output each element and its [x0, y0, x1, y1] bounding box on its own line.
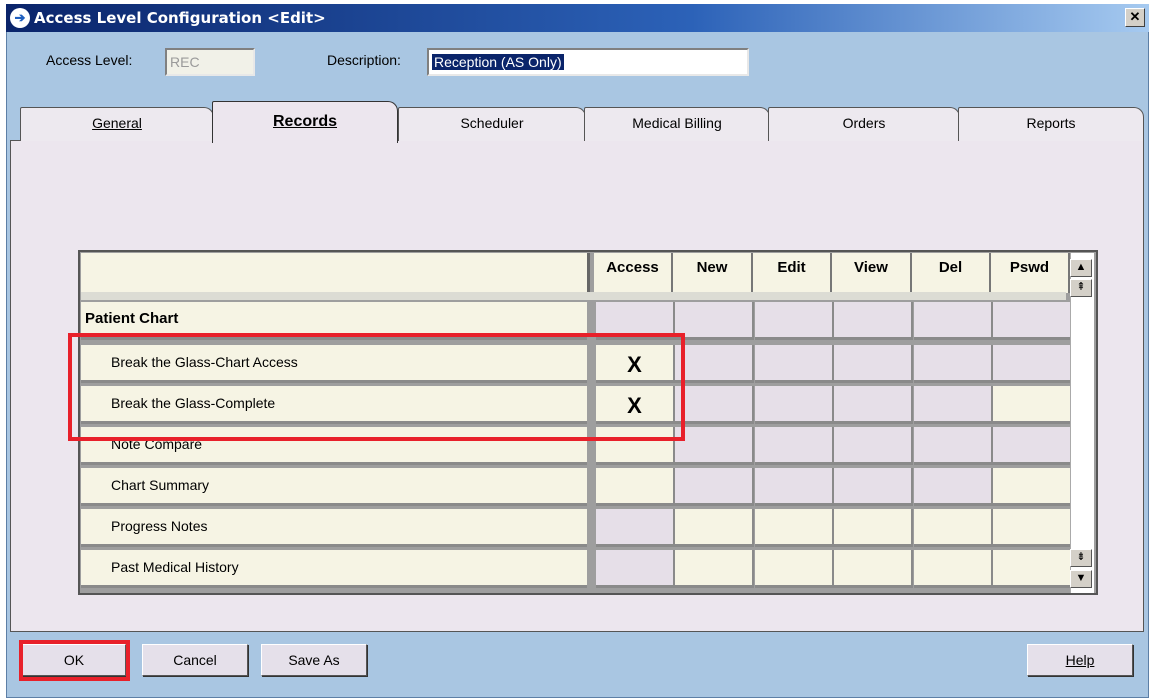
permission-cell-del[interactable]	[914, 509, 993, 547]
close-icon[interactable]: ✕	[1125, 8, 1145, 27]
tab-medical-billing-label: Medical Billing	[632, 115, 722, 131]
permission-cell-pswd[interactable]	[993, 468, 1072, 506]
save-as-button[interactable]: Save As	[261, 644, 367, 676]
permission-cell-pswd[interactable]	[993, 345, 1072, 383]
permission-cell-new[interactable]	[675, 427, 754, 465]
highlight-box-ok	[19, 640, 130, 681]
column-header-view[interactable]: View	[832, 253, 912, 293]
column-header-pswd[interactable]: Pswd	[991, 253, 1070, 293]
permission-cell-access[interactable]	[596, 468, 675, 506]
permission-cell-view[interactable]	[834, 427, 913, 465]
permission-cell-edit[interactable]	[755, 427, 834, 465]
permission-cell-view[interactable]	[834, 345, 913, 383]
permission-cell-view[interactable]	[834, 302, 913, 340]
permission-cell-edit[interactable]	[755, 345, 834, 383]
grid-corner-header	[81, 253, 590, 293]
permission-cell-access[interactable]	[596, 509, 675, 547]
tab-medical-billing[interactable]: Medical Billing	[584, 107, 770, 141]
permission-cell-new[interactable]	[675, 509, 754, 547]
column-header-edit[interactable]: Edit	[753, 253, 832, 293]
tab-records[interactable]: Records	[212, 101, 398, 143]
highlight-box-break-the-glass	[68, 333, 685, 441]
description-label: Description:	[327, 52, 401, 68]
scroll-page-up-icon[interactable]: ⇞	[1070, 279, 1092, 297]
column-header-new[interactable]: New	[673, 253, 753, 293]
permission-cell-view[interactable]	[834, 509, 913, 547]
window-title: Access Level Configuration <Edit>	[34, 9, 326, 27]
permission-cell-del[interactable]	[914, 550, 993, 588]
tab-records-label: Records	[272, 113, 338, 130]
grid-row-label[interactable]: Progress Notes	[81, 509, 587, 547]
cancel-button[interactable]: Cancel	[142, 644, 248, 676]
permission-cell-view[interactable]	[834, 550, 913, 588]
permission-cell-access[interactable]	[596, 550, 675, 588]
permission-cell-pswd[interactable]	[993, 386, 1072, 424]
permission-cell-edit[interactable]	[755, 302, 834, 340]
permission-cell-del[interactable]	[914, 386, 993, 424]
permission-cell-edit[interactable]	[755, 468, 834, 506]
permission-cell-new[interactable]	[675, 302, 754, 340]
permission-cell-pswd[interactable]	[993, 302, 1072, 340]
permission-cell-del[interactable]	[914, 427, 993, 465]
permission-cell-new[interactable]	[675, 345, 754, 383]
save-as-label: Save As	[288, 652, 340, 668]
permission-cell-edit[interactable]	[755, 550, 834, 588]
tab-reports-label: Reports	[1026, 115, 1076, 131]
scroll-page-down-icon[interactable]: ⇟	[1070, 549, 1092, 567]
tab-orders-label: Orders	[842, 115, 886, 131]
tab-reports[interactable]: Reports	[958, 107, 1144, 141]
permission-cell-view[interactable]	[834, 468, 913, 506]
access-level-field[interactable]: REC	[165, 48, 255, 76]
permission-cell-new[interactable]	[675, 550, 754, 588]
scroll-down-icon[interactable]: ▼	[1070, 570, 1092, 588]
app-icon: ➔	[10, 8, 30, 28]
permission-cell-edit[interactable]	[755, 386, 834, 424]
permission-cell-pswd[interactable]	[993, 550, 1072, 588]
permission-cell-edit[interactable]	[755, 509, 834, 547]
scroll-up-icon[interactable]: ▲	[1070, 259, 1092, 277]
tab-general-label: General	[92, 115, 142, 131]
description-field[interactable]: Reception (AS Only)	[427, 48, 749, 76]
permission-cell-pswd[interactable]	[993, 427, 1072, 465]
vertical-scrollbar[interactable]	[1070, 253, 1094, 593]
title-bar: ➔ Access Level Configuration <Edit> ✕	[6, 4, 1149, 32]
tab-scheduler-label: Scheduler	[460, 115, 524, 131]
permission-cell-del[interactable]	[914, 468, 993, 506]
permission-cell-new[interactable]	[675, 386, 754, 424]
permission-cell-pswd[interactable]	[993, 509, 1072, 547]
tab-strip: General Records Scheduler Medical Billin…	[16, 101, 1144, 143]
grid-row-label[interactable]: Past Medical History	[81, 550, 587, 588]
column-header-access[interactable]: Access	[594, 253, 673, 293]
column-header-del[interactable]: Del	[912, 253, 991, 293]
horizontal-scrollbar[interactable]	[81, 292, 1066, 300]
grid-row-label[interactable]: Chart Summary	[81, 468, 587, 506]
tab-scheduler[interactable]: Scheduler	[398, 107, 586, 141]
permission-cell-new[interactable]	[675, 468, 754, 506]
permission-cell-del[interactable]	[914, 345, 993, 383]
tab-general[interactable]: General	[20, 107, 214, 141]
tab-orders[interactable]: Orders	[768, 107, 960, 141]
permission-cell-del[interactable]	[914, 302, 993, 340]
description-value: Reception (AS Only)	[432, 54, 564, 70]
help-label: Help	[1065, 652, 1095, 668]
permission-cell-view[interactable]	[834, 386, 913, 424]
access-level-label: Access Level:	[46, 52, 133, 68]
help-button[interactable]: Help	[1027, 644, 1133, 676]
